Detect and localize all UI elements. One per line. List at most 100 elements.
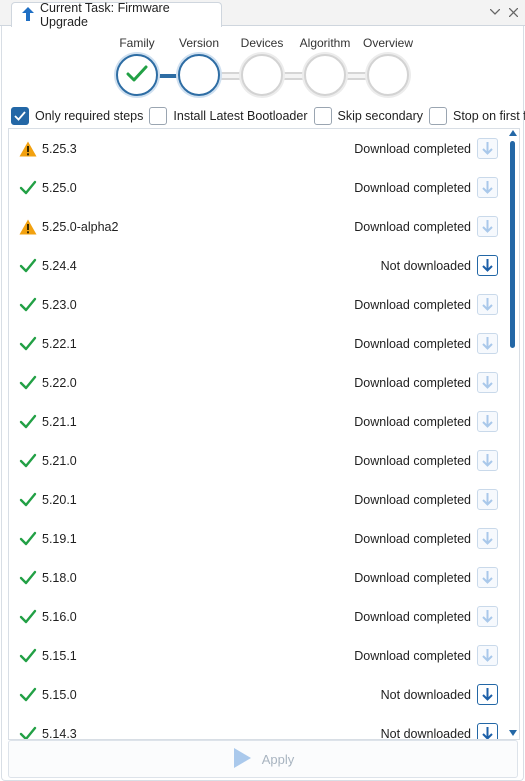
download-button[interactable]: [477, 489, 498, 510]
step-devices[interactable]: [241, 54, 283, 96]
checkmark-icon: [19, 609, 37, 625]
version-row[interactable]: 5.14.3 Not downloaded: [9, 714, 509, 740]
version-row[interactable]: 5.22.1 Download completed: [9, 324, 509, 363]
apply-button[interactable]: Apply: [8, 740, 518, 778]
download-button[interactable]: [477, 528, 498, 549]
download-arrow-icon: [482, 493, 493, 506]
checkmark-icon: [19, 180, 37, 196]
step-label-version: Version: [178, 36, 220, 50]
download-button[interactable]: [477, 294, 498, 315]
version-row[interactable]: 5.21.0 Download completed: [9, 441, 509, 480]
download-status: Download completed: [354, 454, 471, 468]
version-row[interactable]: 5.18.0 Download completed: [9, 558, 509, 597]
version-row[interactable]: 5.25.0-alpha2 Download completed: [9, 207, 509, 246]
download-button[interactable]: [477, 450, 498, 471]
scroll-up-arrow-icon[interactable]: [509, 129, 517, 137]
download-button[interactable]: [477, 567, 498, 588]
install-latest-bootloader-checkbox[interactable]: Install Latest Bootloader: [149, 107, 308, 125]
version-row[interactable]: 5.22.0 Download completed: [9, 363, 509, 402]
only-required-steps-checkbox[interactable]: Only required steps: [11, 107, 143, 125]
download-button[interactable]: [477, 177, 498, 198]
download-status: Download completed: [354, 415, 471, 429]
step-connector: [282, 72, 306, 80]
step-label-algorithm: Algorithm: [299, 36, 351, 50]
checkbox-checked[interactable]: [11, 107, 29, 125]
version-row[interactable]: 5.24.4 Not downloaded: [9, 246, 509, 285]
download-button[interactable]: [477, 255, 498, 276]
download-button[interactable]: [477, 723, 498, 739]
step-label-family: Family: [119, 36, 155, 50]
download-arrow-icon: [482, 727, 493, 739]
tab-current-task[interactable]: Current Task: Firmware Upgrade: [11, 1, 222, 29]
step-version[interactable]: [178, 54, 220, 96]
step-family[interactable]: [116, 54, 158, 96]
stop-on-first-fail-checkbox[interactable]: Stop on first fail: [428, 107, 525, 125]
apply-label: Apply: [261, 751, 295, 767]
checkbox-unchecked[interactable]: [428, 107, 447, 125]
version-label: 5.16.0: [42, 610, 77, 624]
download-arrow-icon: [482, 142, 493, 155]
download-status: Not downloaded: [380, 259, 471, 273]
option-label: Skip secondary: [337, 109, 423, 123]
version-label: 5.14.3: [42, 727, 77, 740]
download-arrow-icon: [482, 220, 493, 233]
download-button[interactable]: [477, 411, 498, 432]
checkmark-icon: [19, 492, 37, 508]
checkbox-unchecked[interactable]: [313, 107, 332, 125]
version-label: 5.15.0: [42, 688, 77, 702]
version-row[interactable]: 5.16.0 Download completed: [9, 597, 509, 636]
download-arrow-icon: [482, 181, 493, 194]
download-button[interactable]: [477, 333, 498, 354]
checkmark-icon: [19, 375, 37, 391]
version-row[interactable]: 5.25.0 Download completed: [9, 168, 509, 207]
step-overview[interactable]: [367, 54, 409, 96]
download-button[interactable]: [477, 372, 498, 393]
wizard-stepper: Family Version Devices Algorithm Overvie…: [0, 36, 525, 98]
version-row[interactable]: 5.15.1 Download completed: [9, 636, 509, 675]
version-row[interactable]: 5.23.0 Download completed: [9, 285, 509, 324]
version-row[interactable]: 5.25.3 Download completed: [9, 129, 509, 168]
version-label: 5.22.0: [42, 376, 77, 390]
download-arrow-icon: [482, 376, 493, 389]
version-label: 5.21.0: [42, 454, 77, 468]
download-status: Not downloaded: [380, 727, 471, 740]
scrollbar[interactable]: [507, 129, 519, 739]
download-button[interactable]: [477, 138, 498, 159]
step-label-devices: Devices: [240, 36, 284, 50]
tab-title: Current Task: Firmware Upgrade: [40, 1, 170, 29]
version-row[interactable]: 5.21.1 Download completed: [9, 402, 509, 441]
version-label: 5.21.1: [42, 415, 77, 429]
download-arrow-icon: [482, 532, 493, 545]
scroll-down-arrow-icon[interactable]: [509, 729, 517, 737]
version-row[interactable]: 5.19.1 Download completed: [9, 519, 509, 558]
download-status: Download completed: [354, 493, 471, 507]
version-label: 5.18.0: [42, 571, 77, 585]
close-icon[interactable]: [507, 5, 519, 19]
step-algorithm[interactable]: [304, 54, 346, 96]
download-status: Download completed: [354, 337, 471, 351]
download-button[interactable]: [477, 684, 498, 705]
download-button[interactable]: [477, 645, 498, 666]
skip-secondary-checkbox[interactable]: Skip secondary: [313, 107, 423, 125]
version-label: 5.15.1: [42, 649, 77, 663]
checkmark-icon: [19, 297, 37, 313]
scrollbar-thumb[interactable]: [510, 141, 515, 348]
option-label: Stop on first fail: [452, 109, 525, 123]
download-status: Download completed: [354, 298, 471, 312]
chevron-down-icon[interactable]: [489, 5, 501, 19]
options-bar: Only required steps Install Latest Bootl…: [11, 106, 525, 126]
download-arrow-icon: [482, 649, 493, 662]
download-button[interactable]: [477, 606, 498, 627]
download-button[interactable]: [477, 216, 498, 237]
checkmark-icon: [19, 531, 37, 547]
step-connector: [344, 72, 368, 80]
version-label: 5.20.1: [42, 493, 77, 507]
version-list[interactable]: 5.25.3 Download completed 5.25.0 Download c…: [8, 128, 520, 740]
download-arrow-icon: [482, 571, 493, 584]
option-label: Install Latest Bootloader: [173, 109, 308, 123]
version-label: 5.25.0: [42, 181, 77, 195]
version-row[interactable]: 5.20.1 Download completed: [9, 480, 509, 519]
checkbox-unchecked[interactable]: [149, 107, 168, 125]
checkmark-icon: [19, 726, 37, 739]
version-row[interactable]: 5.15.0 Not downloaded: [9, 675, 509, 714]
